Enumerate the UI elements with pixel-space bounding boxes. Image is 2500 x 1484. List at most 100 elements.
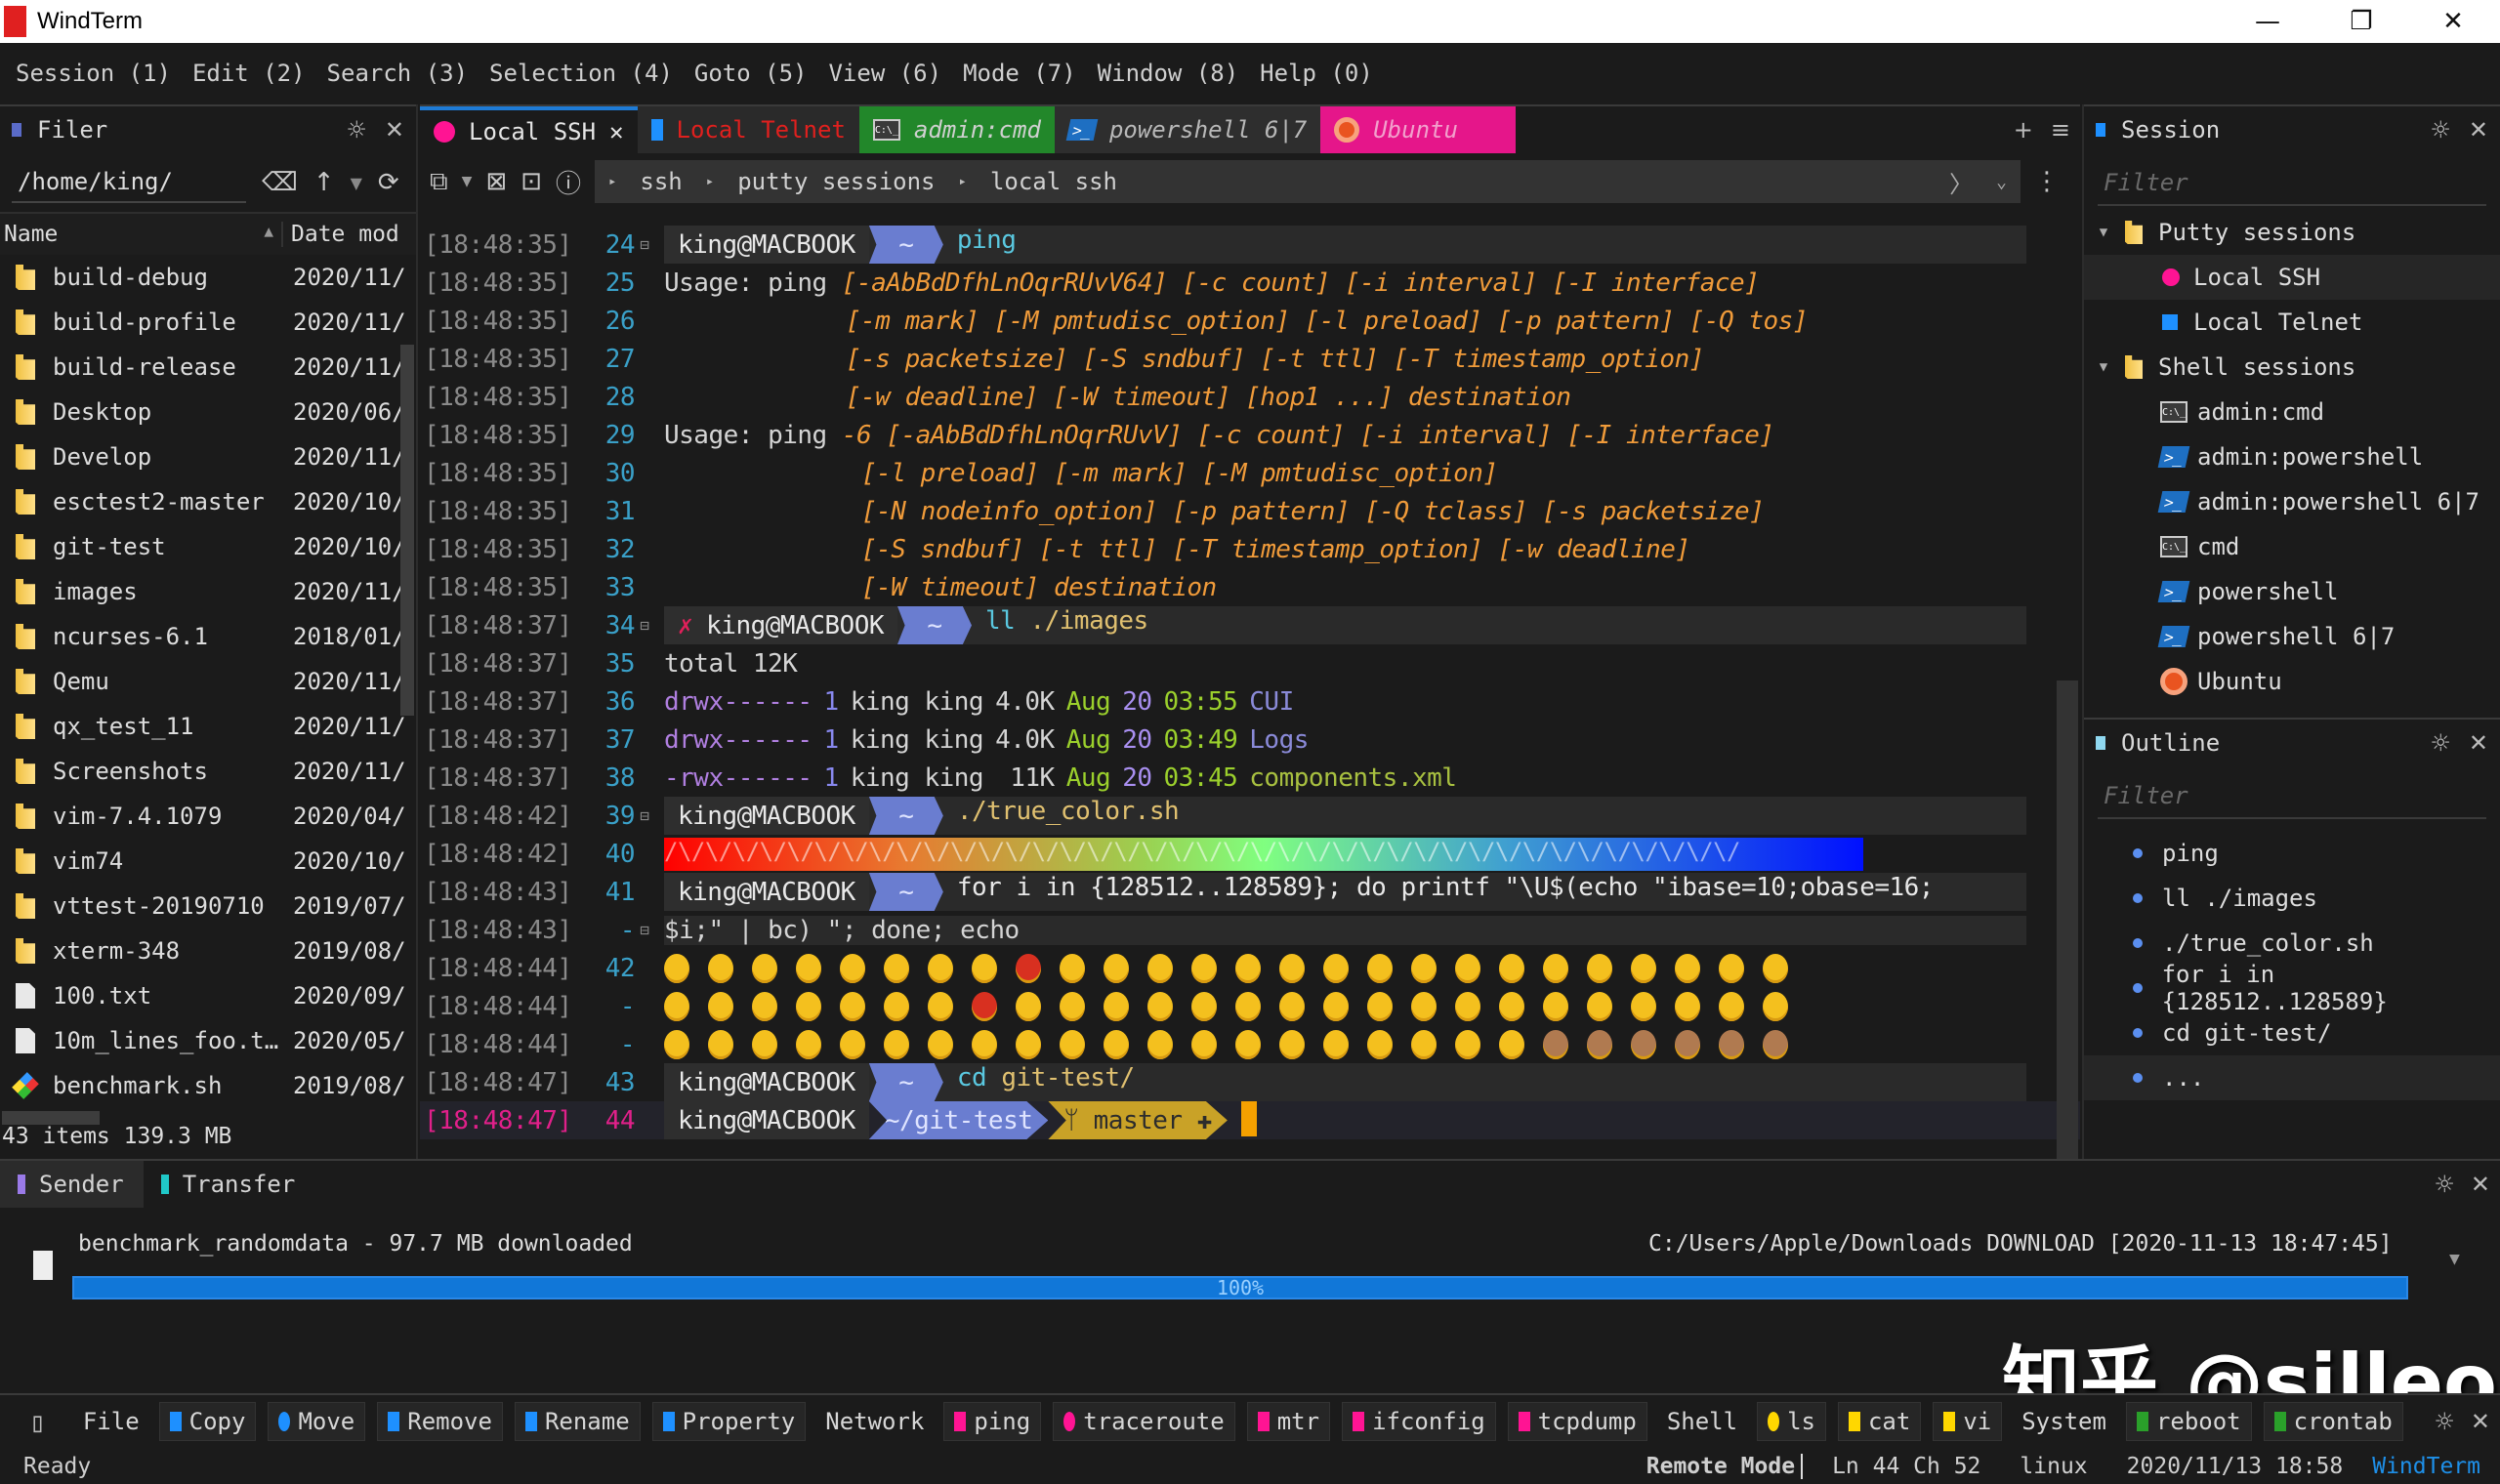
chevron-down-icon[interactable]: ⌄ xyxy=(1996,172,2007,192)
clear-path-icon[interactable]: ⌫ xyxy=(262,168,298,197)
file-row[interactable]: Desktop 2020/06/ xyxy=(0,390,416,434)
close-button[interactable]: ✕ xyxy=(2406,0,2500,43)
tab-admin-cmd[interactable]: C:\_ admin:cmd xyxy=(858,106,1055,153)
expand-down-icon[interactable]: ▼ xyxy=(2449,1249,2460,1269)
file-row[interactable]: ncurses-6.1 2018/01/ xyxy=(0,614,416,659)
session-item[interactable]: C:\_ cmd xyxy=(2084,524,2500,569)
outline-item[interactable]: cd git-test/ xyxy=(2084,1010,2500,1055)
session-item[interactable]: Local Telnet xyxy=(2084,300,2500,345)
session-item[interactable]: >_ powershell xyxy=(2084,569,2500,614)
quick-command-button[interactable]: cat xyxy=(1837,1402,1922,1441)
quick-command-button[interactable]: tcpdump xyxy=(1507,1402,1647,1441)
session-item[interactable]: >_ admin:powershell xyxy=(2084,434,2500,479)
session-item[interactable]: C:\_ admin:cmd xyxy=(2084,390,2500,434)
menu-window[interactable]: Window (8) xyxy=(1098,60,1239,87)
up-arrow-icon[interactable]: ↑ xyxy=(313,168,335,197)
terminal-scrollbar[interactable] xyxy=(2057,680,2078,1159)
tab-sender[interactable]: Sender xyxy=(0,1161,144,1208)
tab-local-ssh[interactable]: Local SSH ✕ xyxy=(420,106,638,153)
tab-ubuntu[interactable]: Ubuntu xyxy=(1320,106,1517,153)
session-group[interactable]: ▼ Shell sessions xyxy=(2084,345,2500,390)
column-name[interactable]: Name ▲ xyxy=(0,222,283,247)
menu-mode[interactable]: Mode (7) xyxy=(963,60,1076,87)
quick-command-button[interactable]: Copy xyxy=(158,1402,257,1441)
new-session-dropdown-icon[interactable]: ▼ xyxy=(462,174,473,189)
new-tab-plus-icon[interactable]: + xyxy=(2014,116,2033,144)
file-row[interactable]: esctest2-master 2020/10/ xyxy=(0,479,416,524)
file-row[interactable]: vttest-20190710 2019/07/ xyxy=(0,884,416,928)
menu-edit[interactable]: Edit (2) xyxy=(192,60,306,87)
info-icon[interactable]: ⓘ xyxy=(556,164,581,200)
file-row[interactable]: vim-7.4.1079 2020/04/ xyxy=(0,794,416,839)
quick-command-button[interactable]: ping xyxy=(943,1402,1042,1441)
close-icon[interactable]: ✕ xyxy=(2471,1171,2490,1198)
file-row[interactable]: 100.txt 2020/09/ xyxy=(0,973,416,1018)
outline-item[interactable]: for i in {128512..128589} xyxy=(2084,961,2500,1015)
outline-item[interactable]: ll ./images xyxy=(2084,876,2500,921)
tab-transfer[interactable]: Transfer xyxy=(144,1161,315,1208)
file-row[interactable]: qx_test_11 2020/11/ xyxy=(0,704,416,749)
outline-item[interactable]: ping xyxy=(2084,831,2500,876)
close-tab-icon[interactable]: ✕ xyxy=(609,118,623,145)
quick-command-button[interactable]: reboot xyxy=(2125,1402,2252,1441)
quick-command-button[interactable]: Property xyxy=(651,1402,807,1441)
close-session-icon[interactable]: ⊠ xyxy=(485,167,507,196)
filer-h-scrollbar[interactable] xyxy=(2,1111,100,1125)
tab-local-telnet[interactable]: Local Telnet xyxy=(637,106,859,153)
session-item[interactable]: Local SSH xyxy=(2084,255,2500,300)
crumb-local-ssh[interactable]: local ssh xyxy=(990,168,1117,195)
fold-icon[interactable]: ⊟ xyxy=(635,806,654,825)
quick-command-button[interactable]: crontab xyxy=(2263,1402,2403,1441)
menu-session[interactable]: Session (1) xyxy=(16,60,171,87)
remote-mode-indicator[interactable]: Remote Mode xyxy=(1646,1453,1804,1479)
quick-command-button[interactable]: ifconfig xyxy=(1342,1402,1496,1441)
history-dropdown-icon[interactable]: ▼ xyxy=(351,174,362,192)
toggle-panel-icon[interactable]: ▯ xyxy=(29,1406,46,1438)
file-row[interactable]: Screenshots 2020/11/ xyxy=(0,749,416,794)
fold-icon[interactable]: ⊟ xyxy=(635,921,654,939)
file-row[interactable]: build-profile 2020/11/ xyxy=(0,300,416,345)
path-input[interactable]: /home/king/ xyxy=(12,162,246,203)
minimize-button[interactable]: — xyxy=(2221,0,2314,43)
file-row[interactable]: Develop 2020/11/ xyxy=(0,434,416,479)
tab-powershell[interactable]: >_ powershell 6|7 xyxy=(1054,106,1321,153)
column-date[interactable]: Date mod xyxy=(283,222,399,247)
close-icon[interactable]: ✕ xyxy=(2469,116,2488,144)
filer-scrollbar[interactable] xyxy=(400,345,414,716)
file-row[interactable]: images 2020/11/ xyxy=(0,569,416,614)
gear-icon[interactable]: ☼ xyxy=(2434,1408,2455,1435)
restore-button[interactable]: ❐ xyxy=(2314,0,2408,43)
menu-goto[interactable]: Goto (5) xyxy=(694,60,808,87)
session-filter-input[interactable]: Filter xyxy=(2098,161,2486,206)
file-row[interactable]: Qemu 2020/11/ xyxy=(0,659,416,704)
new-session-icon[interactable]: ⧉ xyxy=(430,167,448,197)
session-item[interactable]: >_ admin:powershell 6|7 xyxy=(2084,479,2500,524)
outline-item[interactable]: ... xyxy=(2084,1055,2500,1100)
close-icon[interactable]: ✕ xyxy=(385,116,404,144)
gear-icon[interactable]: ☼ xyxy=(346,116,367,144)
quick-command-button[interactable]: Rename xyxy=(514,1402,641,1441)
menu-search[interactable]: Search (3) xyxy=(327,60,469,87)
gear-icon[interactable]: ☼ xyxy=(2434,1171,2455,1198)
file-row[interactable]: benchmark.sh 2019/08/ xyxy=(0,1063,416,1108)
file-row[interactable]: build-release 2020/11/ xyxy=(0,345,416,390)
duplicate-session-icon[interactable]: ⊡ xyxy=(521,167,542,196)
fold-icon[interactable]: ⊟ xyxy=(635,235,654,254)
session-item[interactable]: Ubuntu xyxy=(2084,659,2500,704)
quick-command-button[interactable]: vi xyxy=(1933,1402,2003,1441)
expand-caret-icon[interactable]: ▼ xyxy=(2090,225,2117,240)
chevron-right-icon[interactable]: 〉 xyxy=(1949,165,1973,199)
fold-icon[interactable]: ⊟ xyxy=(635,616,654,635)
outline-item[interactable]: ./true_color.sh xyxy=(2084,921,2500,966)
quick-command-button[interactable]: mtr xyxy=(1246,1402,1331,1441)
file-row[interactable]: xterm-348 2019/08/ xyxy=(0,928,416,973)
outline-filter-input[interactable]: Filter xyxy=(2098,774,2486,819)
tab-menu-icon[interactable]: ≡ xyxy=(2051,116,2070,144)
app-name-link[interactable]: WindTerm xyxy=(2372,1454,2480,1479)
quick-command-button[interactable]: ls xyxy=(1757,1402,1826,1441)
terminal-output[interactable]: [18:48:35] 24 ⊟ king@MACBOOK ~ ping [18:48:3… xyxy=(420,226,2080,1139)
session-item[interactable]: >_ powershell 6|7 xyxy=(2084,614,2500,659)
menu-selection[interactable]: Selection (4) xyxy=(489,60,673,87)
session-group[interactable]: ▼ Putty sessions xyxy=(2084,210,2500,255)
close-icon[interactable]: ✕ xyxy=(2471,1408,2490,1435)
